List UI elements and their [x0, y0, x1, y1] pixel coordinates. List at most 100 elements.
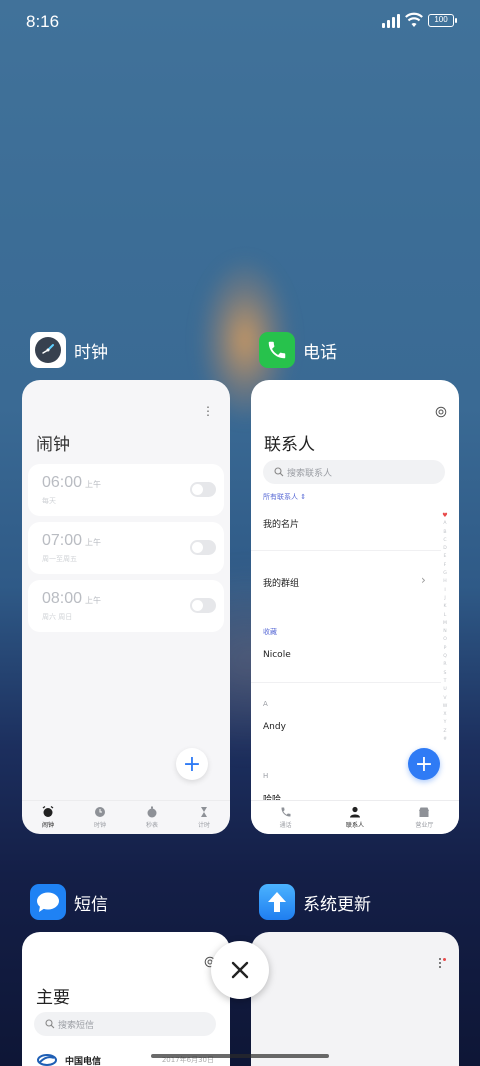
update-app-card[interactable]	[251, 932, 459, 1066]
alarm-repeat: 周一至周五	[42, 555, 77, 563]
more-icon[interactable]: ⋮	[202, 404, 214, 418]
alarm-time: 06:00	[42, 474, 83, 491]
index-letter[interactable]: A	[443, 520, 446, 528]
phone-app-name: 电话	[303, 342, 337, 363]
phone-app-card[interactable]: 联系人 搜索联系人 所有联系人 ⇕ 我的名片 我的群组 › 收藏 Nicole …	[251, 380, 459, 834]
sms-app-card[interactable]: 主要 搜索短信 中国电信 2017年6月30日	[22, 932, 230, 1066]
tab-contacts[interactable]: 联系人	[320, 801, 389, 834]
index-letter[interactable]: R	[443, 661, 446, 669]
alarm-ampm: 上午	[85, 480, 102, 489]
contact-row[interactable]: Nicole	[263, 650, 291, 660]
clock-app-header[interactable]: 时钟	[30, 332, 108, 368]
phone-app-icon	[259, 332, 295, 368]
tab-label: 联系人	[345, 822, 364, 829]
tab-label: 闹钟	[41, 822, 54, 829]
contacts-page-title: 联系人	[264, 435, 315, 455]
wifi-icon	[405, 12, 423, 27]
clock-app-card[interactable]: ⋮ 闹钟 06:00 上午 每天 07:00 上午 周一至周五 08:00 上午 周六…	[22, 380, 230, 834]
sms-app-header[interactable]: 短信	[30, 884, 108, 920]
index-letter[interactable]: S	[444, 670, 447, 678]
index-letter[interactable]: T	[444, 678, 447, 686]
more-icon[interactable]	[439, 958, 446, 970]
sms-page-title: 主要	[36, 988, 70, 1008]
tab-label: 计时	[197, 822, 210, 829]
index-letter[interactable]: E	[444, 553, 447, 561]
index-letter[interactable]: I	[444, 587, 445, 595]
favorites-section-header: 收藏	[263, 628, 277, 636]
store-icon	[419, 807, 430, 817]
alarm-item[interactable]: 08:00 上午 周六 周日	[28, 580, 224, 632]
index-letter[interactable]: C	[443, 537, 446, 545]
tab-stopwatch[interactable]: 秒表	[126, 801, 178, 834]
update-app-header[interactable]: 系统更新	[259, 884, 371, 920]
stopwatch-icon	[147, 806, 157, 818]
index-letter[interactable]: Q	[443, 653, 447, 661]
settings-icon[interactable]	[435, 406, 447, 418]
sms-sender[interactable]: 中国电信	[65, 1054, 101, 1066]
index-letter[interactable]: N	[443, 628, 446, 636]
index-letter[interactable]: #	[443, 736, 447, 744]
contacts-filter-dropdown[interactable]: 所有联系人 ⇕	[263, 492, 306, 502]
alarm-toggle[interactable]	[190, 598, 216, 613]
divider	[251, 550, 441, 551]
search-placeholder: 搜索短信	[58, 1021, 95, 1031]
filter-label: 所有联系人	[263, 493, 298, 501]
alarm-ampm: 上午	[85, 538, 102, 547]
my-groups-row[interactable]: 我的群组	[263, 576, 299, 589]
heart-icon[interactable]: ♥	[442, 512, 447, 520]
clear-all-button[interactable]	[211, 941, 269, 999]
index-letter[interactable]: V	[443, 695, 446, 703]
alarm-repeat: 每天	[42, 497, 56, 505]
index-letter[interactable]: W	[443, 703, 448, 711]
alarm-item[interactable]: 07:00 上午 周一至周五	[28, 522, 224, 574]
index-letter[interactable]: P	[444, 645, 447, 653]
my-card-row[interactable]: 我的名片	[263, 517, 299, 530]
contacts-search-input[interactable]: 搜索联系人	[263, 460, 445, 484]
alarm-item[interactable]: 06:00 上午 每天	[28, 464, 224, 516]
add-contact-button[interactable]: +	[408, 748, 440, 780]
index-letter[interactable]: G	[443, 570, 447, 578]
index-letter[interactable]: X	[443, 711, 446, 719]
alarm-toggle[interactable]	[190, 540, 216, 555]
clock-page-title: 闹钟	[36, 435, 70, 455]
tab-timer[interactable]: 计时	[178, 801, 230, 834]
chevron-right-icon: ›	[421, 573, 426, 587]
section-header-h: H	[263, 772, 269, 780]
index-letter[interactable]: D	[443, 545, 447, 553]
index-letter[interactable]: M	[443, 620, 447, 628]
home-indicator[interactable]	[151, 1054, 329, 1058]
section-header-a: A	[263, 700, 268, 708]
index-letter[interactable]: L	[444, 612, 447, 620]
contact-row[interactable]: Andy	[263, 722, 286, 732]
status-time: 8:16	[26, 12, 60, 31]
tab-alarm[interactable]: 闹钟	[22, 801, 74, 834]
tab-calls[interactable]: 通话	[251, 801, 320, 834]
tab-label: 营业厅	[415, 822, 434, 829]
update-app-name: 系统更新	[303, 894, 371, 915]
index-letter[interactable]: J	[444, 595, 445, 603]
alarm-repeat: 周六 周日	[42, 613, 73, 621]
index-letter[interactable]: U	[443, 686, 446, 694]
china-telecom-icon	[36, 1052, 58, 1066]
tab-label: 通话	[279, 822, 292, 829]
index-letter[interactable]: Y	[444, 719, 447, 727]
tab-service-hall[interactable]: 营业厅	[390, 801, 459, 834]
index-letter[interactable]: F	[444, 562, 447, 570]
divider	[251, 682, 441, 683]
clock-app-icon	[30, 332, 66, 368]
phone-app-header[interactable]: 电话	[259, 332, 337, 368]
tab-clock[interactable]: 时钟	[74, 801, 126, 834]
add-alarm-button[interactable]: +	[176, 748, 208, 780]
sms-app-name: 短信	[74, 894, 108, 915]
index-letter[interactable]: H	[443, 578, 446, 586]
sms-app-icon	[30, 884, 66, 920]
search-icon	[274, 467, 284, 477]
index-letter[interactable]: O	[443, 636, 447, 644]
close-icon	[231, 961, 249, 979]
index-letter[interactable]: B	[443, 529, 446, 537]
alphabet-index[interactable]: ♥ A B C D E F G H I J K L M N O P Q R S …	[441, 512, 449, 744]
index-letter[interactable]: K	[443, 603, 446, 611]
alarm-toggle[interactable]	[190, 482, 216, 497]
index-letter[interactable]: Z	[443, 728, 446, 736]
sms-search-input[interactable]: 搜索短信	[34, 1012, 216, 1036]
